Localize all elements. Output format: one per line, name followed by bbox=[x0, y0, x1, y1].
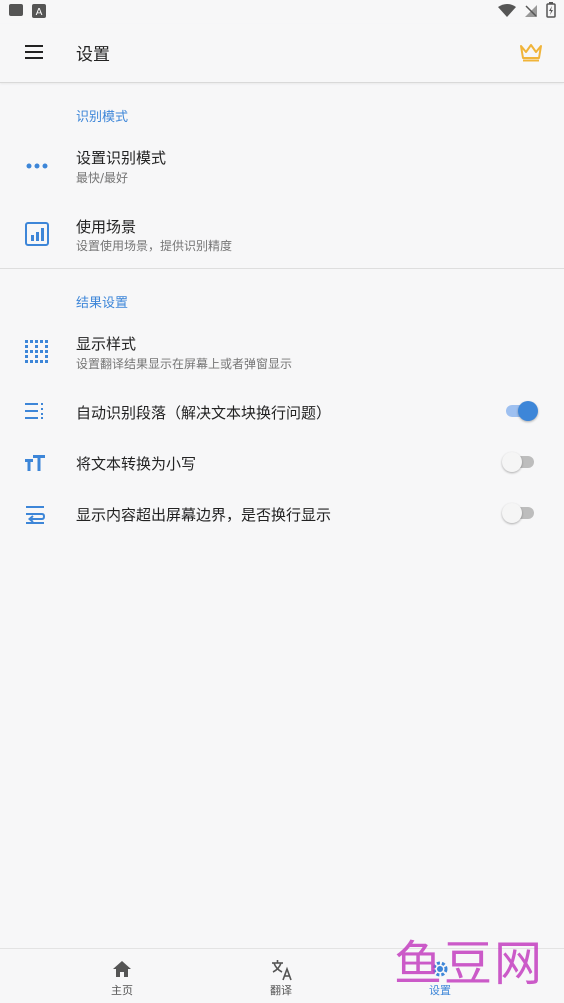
setting-title: 设置识别模式 bbox=[76, 149, 167, 167]
nav-label: 翻译 bbox=[270, 984, 292, 997]
no-signal-icon bbox=[524, 3, 538, 22]
setting-usage-scene[interactable]: 使用场景 设置使用场景，提供识别精度 bbox=[0, 204, 564, 266]
setting-wrap-lines[interactable]: 显示内容超出屏幕边界，是否换行显示 bbox=[0, 491, 564, 537]
nav-label: 主页 bbox=[111, 984, 133, 997]
menu-icon[interactable] bbox=[24, 44, 44, 64]
setting-subtitle: 设置翻译结果显示在屏幕上或者弹窗显示 bbox=[76, 357, 293, 371]
setting-title: 将文本转换为小写 bbox=[76, 455, 197, 473]
section-header-recognition-mode: 识别模式 bbox=[76, 110, 129, 125]
home-icon bbox=[112, 959, 132, 983]
setting-lowercase[interactable]: 将文本转换为小写 bbox=[0, 440, 564, 486]
toggle-thumb bbox=[502, 452, 522, 472]
app-bar: 设置 bbox=[0, 24, 564, 83]
wrap-lines-icon bbox=[24, 503, 46, 529]
crown-icon[interactable] bbox=[519, 42, 543, 66]
dotted-grid-icon bbox=[24, 339, 50, 369]
chart-box-icon bbox=[24, 221, 50, 251]
setting-title: 显示内容超出屏幕边界，是否换行显示 bbox=[76, 506, 332, 524]
setting-title: 自动识别段落（解决文本块换行问题） bbox=[76, 404, 332, 422]
setting-title: 显示样式 bbox=[76, 335, 137, 353]
watermark: 鱼豆网 bbox=[394, 936, 545, 992]
status-bar: A bbox=[0, 0, 564, 24]
nav-item-home[interactable]: 主页 bbox=[62, 949, 182, 1003]
notification-a-icon: A bbox=[32, 3, 46, 22]
page-title: 设置 bbox=[76, 45, 110, 65]
more-horiz-icon bbox=[24, 156, 50, 175]
toggle-thumb bbox=[518, 401, 538, 421]
toggle-thumb bbox=[502, 503, 522, 523]
lowercase-toggle[interactable] bbox=[502, 452, 538, 472]
paragraph-icon bbox=[24, 401, 46, 425]
section-header-result-settings: 结果设置 bbox=[76, 296, 129, 311]
setting-display-style[interactable]: 显示样式 设置翻译结果显示在屏幕上或者弹窗显示 bbox=[0, 322, 564, 384]
setting-title: 使用场景 bbox=[76, 218, 137, 236]
nav-item-translate[interactable]: 翻译 bbox=[221, 949, 341, 1003]
battery-icon bbox=[546, 2, 556, 22]
wifi-icon bbox=[498, 3, 516, 22]
notification-app-icon bbox=[8, 2, 24, 22]
wrap-lines-toggle[interactable] bbox=[502, 503, 538, 523]
section-divider bbox=[0, 268, 564, 269]
setting-recognition-mode[interactable]: 设置识别模式 最快/最好 bbox=[0, 136, 564, 198]
setting-subtitle: 最快/最好 bbox=[76, 171, 129, 185]
auto-paragraph-toggle[interactable] bbox=[502, 401, 538, 421]
text-case-icon bbox=[24, 453, 46, 477]
svg-text:A: A bbox=[36, 7, 43, 18]
setting-subtitle: 设置使用场景，提供识别精度 bbox=[76, 239, 233, 253]
setting-auto-paragraph[interactable]: 自动识别段落（解决文本块换行问题） bbox=[0, 388, 564, 434]
